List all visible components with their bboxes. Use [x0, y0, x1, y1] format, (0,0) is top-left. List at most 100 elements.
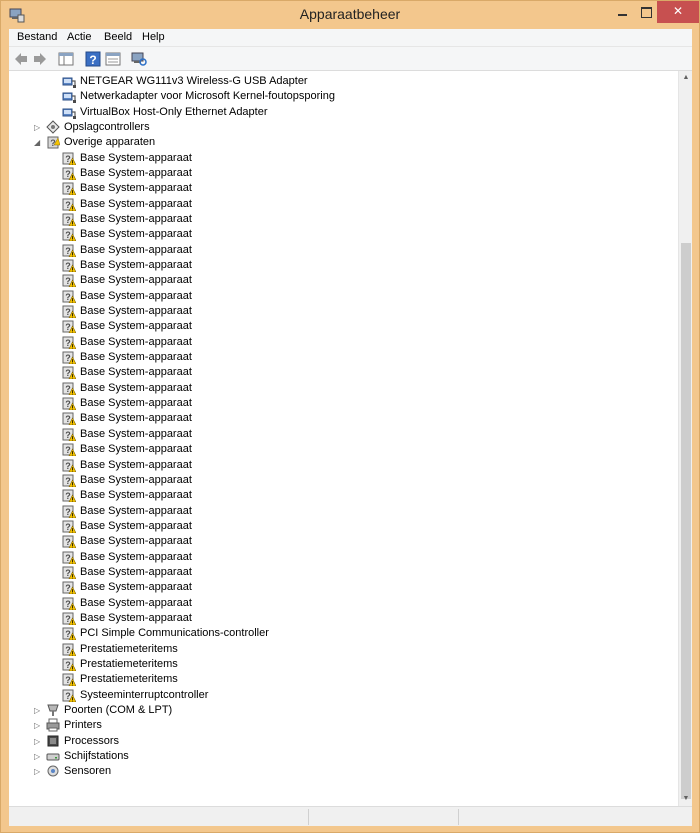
tree-device-item[interactable]: ? Prestatiemeteritems [9, 657, 678, 672]
unknown-device-warning-icon: ? [62, 520, 76, 533]
properties-icon[interactable] [104, 50, 122, 68]
menu-actie[interactable]: Actie [67, 31, 91, 43]
tree-device-item[interactable]: ? Base System-apparaat [9, 258, 678, 273]
close-button[interactable] [657, 1, 699, 23]
tree-device-item[interactable]: ? Base System-apparaat [9, 488, 678, 503]
tree-device-item[interactable]: ? Base System-apparaat [9, 319, 678, 334]
tree-item-label: Base System-apparaat [80, 182, 192, 195]
tree-device-item[interactable]: ? Base System-apparaat [9, 396, 678, 411]
tree-device-item[interactable]: Netwerkadapter voor Microsoft Kernel-fou… [9, 89, 678, 104]
tree-category[interactable]: ◢? Overige apparaten [9, 135, 678, 150]
tree-item-label: Base System-apparaat [80, 504, 192, 517]
tree-device-item[interactable]: ? Base System-apparaat [9, 534, 678, 549]
vertical-scrollbar[interactable]: ▲ ▼ [678, 71, 692, 806]
expand-arrow-icon[interactable]: ▷ [34, 752, 43, 761]
tree-item-label: Prestatiemeteritems [80, 657, 178, 670]
tree-device-item[interactable]: ? Base System-apparaat [9, 458, 678, 473]
tree-device-item[interactable]: ? Base System-apparaat [9, 596, 678, 611]
tree-device-item[interactable]: VirtualBox Host-Only Ethernet Adapter [9, 105, 678, 120]
menu-help[interactable]: Help [142, 31, 165, 43]
tree-device-item[interactable]: ? Base System-apparaat [9, 381, 678, 396]
tree-device-item[interactable]: ? Base System-apparaat [9, 289, 678, 304]
scroll-down-arrow-icon[interactable]: ▼ [679, 792, 693, 806]
menu-bestand[interactable]: Bestand [17, 31, 57, 43]
tree-device-item[interactable]: ? Base System-apparaat [9, 304, 678, 319]
unknown-device-warning-icon: ? [62, 320, 76, 334]
status-bar [9, 806, 692, 826]
tree-device-item[interactable]: ? Base System-apparaat [9, 365, 678, 380]
tree-category[interactable]: ▷ Opslagcontrollers [9, 120, 678, 135]
tree-device-item[interactable]: ? Base System-apparaat [9, 550, 678, 565]
unknown-device-warning-icon: ? [62, 551, 76, 564]
unknown-device-warning-icon: ? [62, 643, 76, 656]
tree-device-item[interactable]: ? Base System-apparaat [9, 212, 678, 227]
tree-device-item[interactable]: ? Base System-apparaat [9, 442, 678, 457]
tree-category[interactable]: ▷ Printers [9, 718, 678, 733]
expand-arrow-icon[interactable]: ▷ [34, 767, 43, 776]
tree-item-label: Base System-apparaat [80, 565, 192, 578]
tree-item-label: Base System-apparaat [80, 305, 192, 318]
expand-arrow-icon[interactable]: ▷ [34, 737, 43, 746]
tree-device-item[interactable]: ? Base System-apparaat [9, 504, 678, 519]
tree-device-item[interactable]: ? Base System-apparaat [9, 350, 678, 365]
tree-device-item[interactable]: ? Base System-apparaat [9, 411, 678, 426]
tree-category[interactable]: ▷ Schijfstations [9, 749, 678, 764]
forward-arrow-icon[interactable] [31, 50, 49, 68]
tree-device-item[interactable]: ? Systeeminterruptcontroller [9, 688, 678, 703]
scrollbar-thumb[interactable] [681, 243, 691, 799]
tree-category[interactable]: ▷ Poorten (COM & LPT) [9, 703, 678, 718]
printer-icon [46, 718, 60, 732]
tree-item-label: Base System-apparaat [80, 151, 192, 164]
menu-beeld[interactable]: Beeld [104, 31, 132, 43]
tree-item-label: Base System-apparaat [80, 458, 192, 471]
show-hide-console-tree-icon[interactable] [57, 50, 75, 68]
unknown-device-warning-icon: ? [62, 290, 76, 303]
tree-device-item[interactable]: ? PCI Simple Communications-controller [9, 626, 678, 641]
collapse-arrow-icon[interactable]: ◢ [34, 138, 43, 147]
expand-arrow-icon[interactable]: ▷ [34, 123, 43, 132]
port-icon [47, 704, 59, 716]
tree-item-label: Base System-apparaat [80, 335, 192, 348]
tree-item-label: Base System-apparaat [80, 274, 192, 287]
tree-device-item[interactable]: ? Base System-apparaat [9, 273, 678, 288]
back-arrow-icon[interactable] [12, 50, 30, 68]
tree-device-item[interactable]: ? Prestatiemeteritems [9, 642, 678, 657]
tree-item-label: VirtualBox Host-Only Ethernet Adapter [80, 105, 268, 118]
title-bar[interactable]: Apparaatbeheer [1, 1, 699, 29]
tree-device-item[interactable]: ? Base System-apparaat [9, 197, 678, 212]
minimize-button[interactable] [609, 1, 635, 23]
expand-arrow-icon[interactable]: ▷ [34, 706, 43, 715]
expand-arrow-icon[interactable]: ▷ [34, 721, 43, 730]
tree-device-item[interactable]: ? Prestatiemeteritems [9, 672, 678, 687]
tree-device-item[interactable]: ? Base System-apparaat [9, 611, 678, 626]
tree-device-item[interactable]: ? Base System-apparaat [9, 335, 678, 350]
tree-device-item[interactable]: ? Base System-apparaat [9, 166, 678, 181]
tree-item-label: Base System-apparaat [80, 228, 192, 241]
scroll-up-arrow-icon[interactable]: ▲ [679, 71, 693, 85]
unknown-device-warning-icon: ? [62, 597, 76, 610]
device-tree[interactable]: NETGEAR WG111v3 Wireless-G USB Adapter Ne… [9, 71, 678, 806]
unknown-device-warning-icon: ? [62, 489, 76, 503]
tree-device-item[interactable]: ? Base System-apparaat [9, 519, 678, 534]
tree-device-item[interactable]: ? Base System-apparaat [9, 580, 678, 595]
unknown-device-warning-icon: ? [62, 182, 76, 196]
tree-device-item[interactable]: ? Base System-apparaat [9, 427, 678, 442]
tree-item-label: Base System-apparaat [80, 611, 192, 624]
unknown-device-warning-icon: ? [62, 336, 76, 349]
tree-device-item[interactable]: ? Base System-apparaat [9, 227, 678, 242]
tree-device-item[interactable]: ? Base System-apparaat [9, 473, 678, 488]
tree-category[interactable]: ▷ Processors [9, 734, 678, 749]
unknown-device-warning-icon: ? [62, 474, 76, 487]
network-adapter-icon [62, 108, 76, 119]
tree-category[interactable]: ▷ Sensoren [9, 764, 678, 779]
tree-device-item[interactable]: ? Base System-apparaat [9, 243, 678, 258]
help-icon[interactable]: ? [84, 50, 102, 68]
tree-item-label: Base System-apparaat [80, 427, 192, 440]
scan-hardware-icon[interactable] [130, 50, 148, 68]
tree-item-label: Base System-apparaat [80, 581, 192, 594]
tree-device-item[interactable]: ? Base System-apparaat [9, 181, 678, 196]
tree-device-item[interactable]: ? Base System-apparaat [9, 151, 678, 166]
tree-device-item[interactable]: ? Base System-apparaat [9, 565, 678, 580]
maximize-button[interactable] [635, 1, 657, 23]
tree-device-item[interactable]: NETGEAR WG111v3 Wireless-G USB Adapter [9, 74, 678, 89]
